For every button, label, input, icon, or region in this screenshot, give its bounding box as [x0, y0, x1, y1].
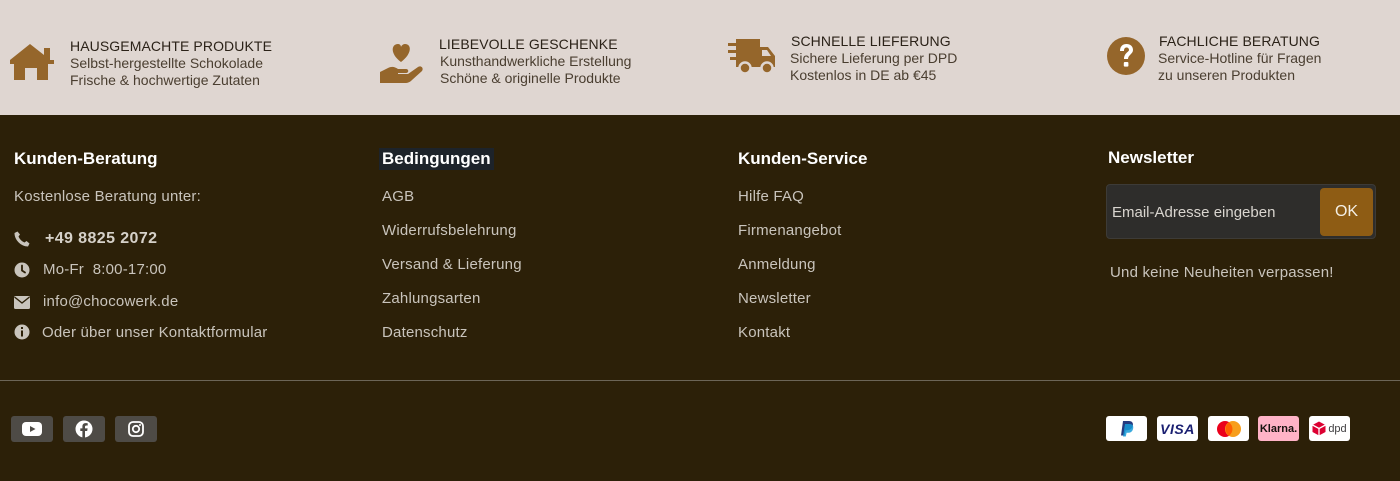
dpd-label: dpd: [1328, 422, 1347, 435]
link-anmeldung[interactable]: Anmeldung: [738, 256, 816, 273]
truck-icon: [728, 39, 775, 75]
feature-title: HAUSGEMACHTE PRODUKTE: [70, 38, 273, 54]
question-circle-icon: [1107, 37, 1145, 75]
instagram-button[interactable]: [115, 416, 157, 442]
bedingungen-title: Bedingungen: [379, 148, 494, 170]
feature-homemade: HAUSGEMACHTE PRODUKTE Selbst-hergestellt…: [0, 0, 340, 115]
phone-icon: [14, 231, 30, 247]
heart-hand-icon: [380, 44, 423, 83]
house-icon: [10, 44, 54, 80]
feature-line: Service-Hotline für Fragen: [1158, 50, 1322, 66]
link-kontakt[interactable]: Kontakt: [738, 324, 790, 341]
link-hilfe-faq[interactable]: Hilfe FAQ: [738, 188, 804, 205]
klarna-label: Klarna.: [1259, 422, 1298, 435]
feature-gifts: LIEBEVOLLE GESCHENKE Kunsthandwerkliche …: [370, 0, 700, 115]
beratung-intro: Kostenlose Beratung unter:: [14, 188, 201, 205]
newsletter-submit-button[interactable]: OK: [1320, 188, 1373, 236]
instagram-icon: [128, 421, 144, 437]
feature-line: Sichere Lieferung per DPD: [790, 50, 958, 66]
visa-logo: VISA: [1157, 416, 1198, 441]
feature-line: Schöne & originelle Produkte: [440, 70, 621, 86]
feature-line: Kostenlos in DE ab €45: [790, 67, 937, 83]
feature-title: SCHNELLE LIEFERUNG: [791, 33, 951, 49]
beratung-title: Kunden-Beratung: [14, 149, 158, 168]
info-icon: [14, 324, 30, 340]
contact-form-link[interactable]: Oder über unser Kontaktformular: [42, 324, 267, 341]
feature-line: Frische & hochwertige Zutaten: [70, 72, 260, 88]
link-widerrufsbelehrung[interactable]: Widerrufsbelehrung: [382, 222, 517, 239]
link-zahlungsarten[interactable]: Zahlungsarten: [382, 290, 481, 307]
newsletter-note: Und keine Neuheiten verpassen!: [1110, 264, 1334, 281]
newsletter-title: Newsletter: [1108, 148, 1194, 167]
feature-consulting: FACHLICHE BERATUNG Service-Hotline für F…: [1090, 0, 1390, 115]
email-link[interactable]: info@chocowerk.de: [43, 293, 178, 310]
facebook-icon: [75, 420, 93, 438]
service-title: Kunden-Service: [738, 149, 868, 168]
facebook-button[interactable]: [63, 416, 105, 442]
paypal-logo: [1106, 416, 1147, 441]
link-versand-lieferung[interactable]: Versand & Lieferung: [382, 256, 522, 273]
youtube-button[interactable]: [11, 416, 53, 442]
feature-line: zu unseren Produkten: [1158, 67, 1295, 83]
phone-number[interactable]: +49 8825 2072: [45, 230, 157, 248]
envelope-icon: [14, 296, 30, 309]
newsletter-form: OK: [1106, 184, 1376, 239]
klarna-logo: Klarna.: [1258, 416, 1299, 441]
footer-divider: [0, 380, 1400, 381]
feature-line: Selbst-hergestellte Schokolade: [70, 55, 264, 71]
link-newsletter[interactable]: Newsletter: [738, 290, 811, 307]
feature-line: Kunsthandwerkliche Erstellung: [440, 53, 632, 69]
link-datenschutz[interactable]: Datenschutz: [382, 324, 468, 341]
newsletter-email-input[interactable]: [1112, 197, 1314, 227]
feature-title: LIEBEVOLLE GESCHENKE: [439, 36, 618, 52]
dpd-logo: dpd: [1309, 416, 1350, 441]
visa-label: VISA: [1160, 420, 1195, 437]
feature-title: FACHLICHE BERATUNG: [1159, 33, 1321, 49]
youtube-icon: [22, 422, 42, 436]
clock-icon: [14, 262, 30, 278]
features-strip: HAUSGEMACHTE PRODUKTE Selbst-hergestellt…: [0, 0, 1400, 115]
opening-hours: Mo-Fr 8:00-17:00: [43, 261, 167, 278]
mastercard-logo: [1208, 416, 1249, 441]
link-agb[interactable]: AGB: [382, 188, 414, 205]
link-firmenangebot[interactable]: Firmenangebot: [738, 222, 842, 239]
feature-delivery: SCHNELLE LIEFERUNG Sichere Lieferung per…: [720, 0, 1060, 115]
